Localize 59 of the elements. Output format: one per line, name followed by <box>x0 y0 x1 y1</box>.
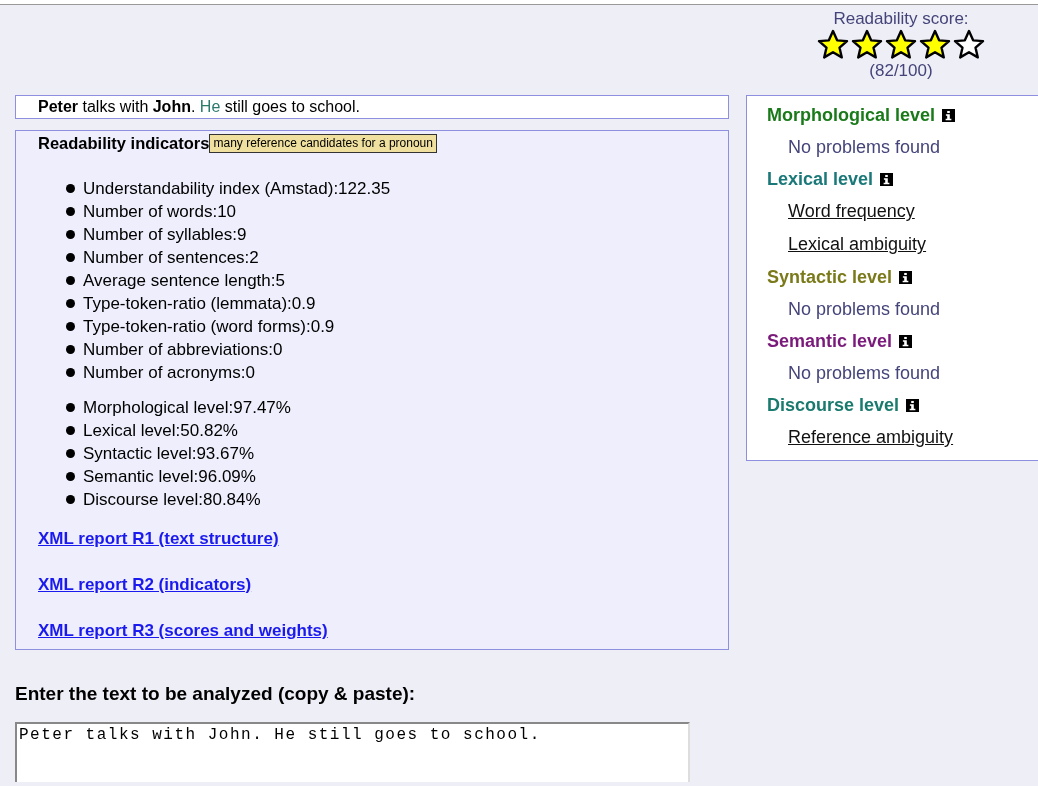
indicator-text: Number of abbreviations:0 <box>83 339 283 361</box>
indicator-text: Semantic level:96.09% <box>83 466 256 488</box>
indicator-text: Understandability index (Amstad):122.35 <box>83 178 391 200</box>
bullet-icon <box>66 403 75 412</box>
analyzed-sentence: Peter talks with John. He still goes to school. <box>38 97 360 117</box>
indicator-text: Lexical level:50.82% <box>83 420 238 442</box>
bullet-icon <box>66 345 75 354</box>
level-heading: Lexical level <box>767 169 874 191</box>
info-icon[interactable] <box>899 334 913 348</box>
problem-link[interactable]: Word frequency <box>788 195 915 229</box>
indicator-text: Discourse level:80.84% <box>83 489 261 511</box>
indicator-text: Number of words:10 <box>83 201 237 223</box>
input-label: Enter the text to be analyzed (copy & paste): <box>15 682 417 706</box>
level-heading: Morphological level <box>767 105 936 127</box>
problem-link[interactable]: Lexical ambiguity <box>788 228 927 262</box>
indicator-text: Average sentence length:5 <box>83 270 285 292</box>
info-icon[interactable] <box>880 173 894 187</box>
star-icon <box>850 29 884 61</box>
status-text: No problems found <box>788 297 941 321</box>
star-icon <box>918 29 952 61</box>
status-text: No problems found <box>788 136 941 160</box>
report-link[interactable]: XML report R1 (text structure) <box>38 529 279 549</box>
indicator-text: Syntactic level:93.67% <box>83 443 255 465</box>
bullet-icon <box>66 449 75 458</box>
info-icon[interactable] <box>906 398 920 412</box>
info-icon[interactable] <box>899 270 913 284</box>
bullet-icon <box>66 299 75 308</box>
report-link[interactable]: XML report R2 (indicators) <box>38 575 252 595</box>
bullet-icon <box>66 322 75 331</box>
star-icon <box>816 29 850 61</box>
bullet-icon <box>66 207 75 216</box>
text-input-field[interactable]: Peter talks with John. He still goes to school. <box>15 722 690 782</box>
level-heading: Discourse level <box>767 394 900 416</box>
tooltip: many reference candidates for a pronoun <box>209 133 437 153</box>
bullet-icon <box>66 472 75 481</box>
indicator-text: Morphological level:97.47% <box>83 397 291 419</box>
indicator-text: Type-token-ratio (lemmata):0.9 <box>83 293 316 315</box>
bullet-icon <box>66 426 75 435</box>
score-label: Readability score: <box>833 9 969 29</box>
indicator-text: Number of acronyms:0 <box>83 362 255 384</box>
bullet-icon <box>66 253 75 262</box>
status-text: No problems found <box>788 361 941 385</box>
bullet-icon <box>66 495 75 504</box>
score-value: (82/100) <box>869 61 933 81</box>
bullet-icon <box>66 230 75 239</box>
bullet-icon <box>66 276 75 285</box>
level-heading: Syntactic level <box>767 266 893 288</box>
bullet-icon <box>66 184 75 193</box>
indicator-text: Type-token-ratio (word forms):0.9 <box>83 316 335 338</box>
star-icon <box>952 29 986 61</box>
report-link[interactable]: XML report R3 (scores and weights) <box>38 621 328 641</box>
bullet-icon <box>66 368 75 377</box>
indicator-text: Number of syllables:9 <box>83 224 247 246</box>
indicators-title: Readability indicators <box>38 133 210 153</box>
level-heading: Semantic level <box>767 330 893 352</box>
star-icon <box>884 29 918 61</box>
info-icon[interactable] <box>942 109 956 123</box>
indicator-text: Number of sentences:2 <box>83 247 259 269</box>
problem-link[interactable]: Reference ambiguity <box>788 421 954 454</box>
